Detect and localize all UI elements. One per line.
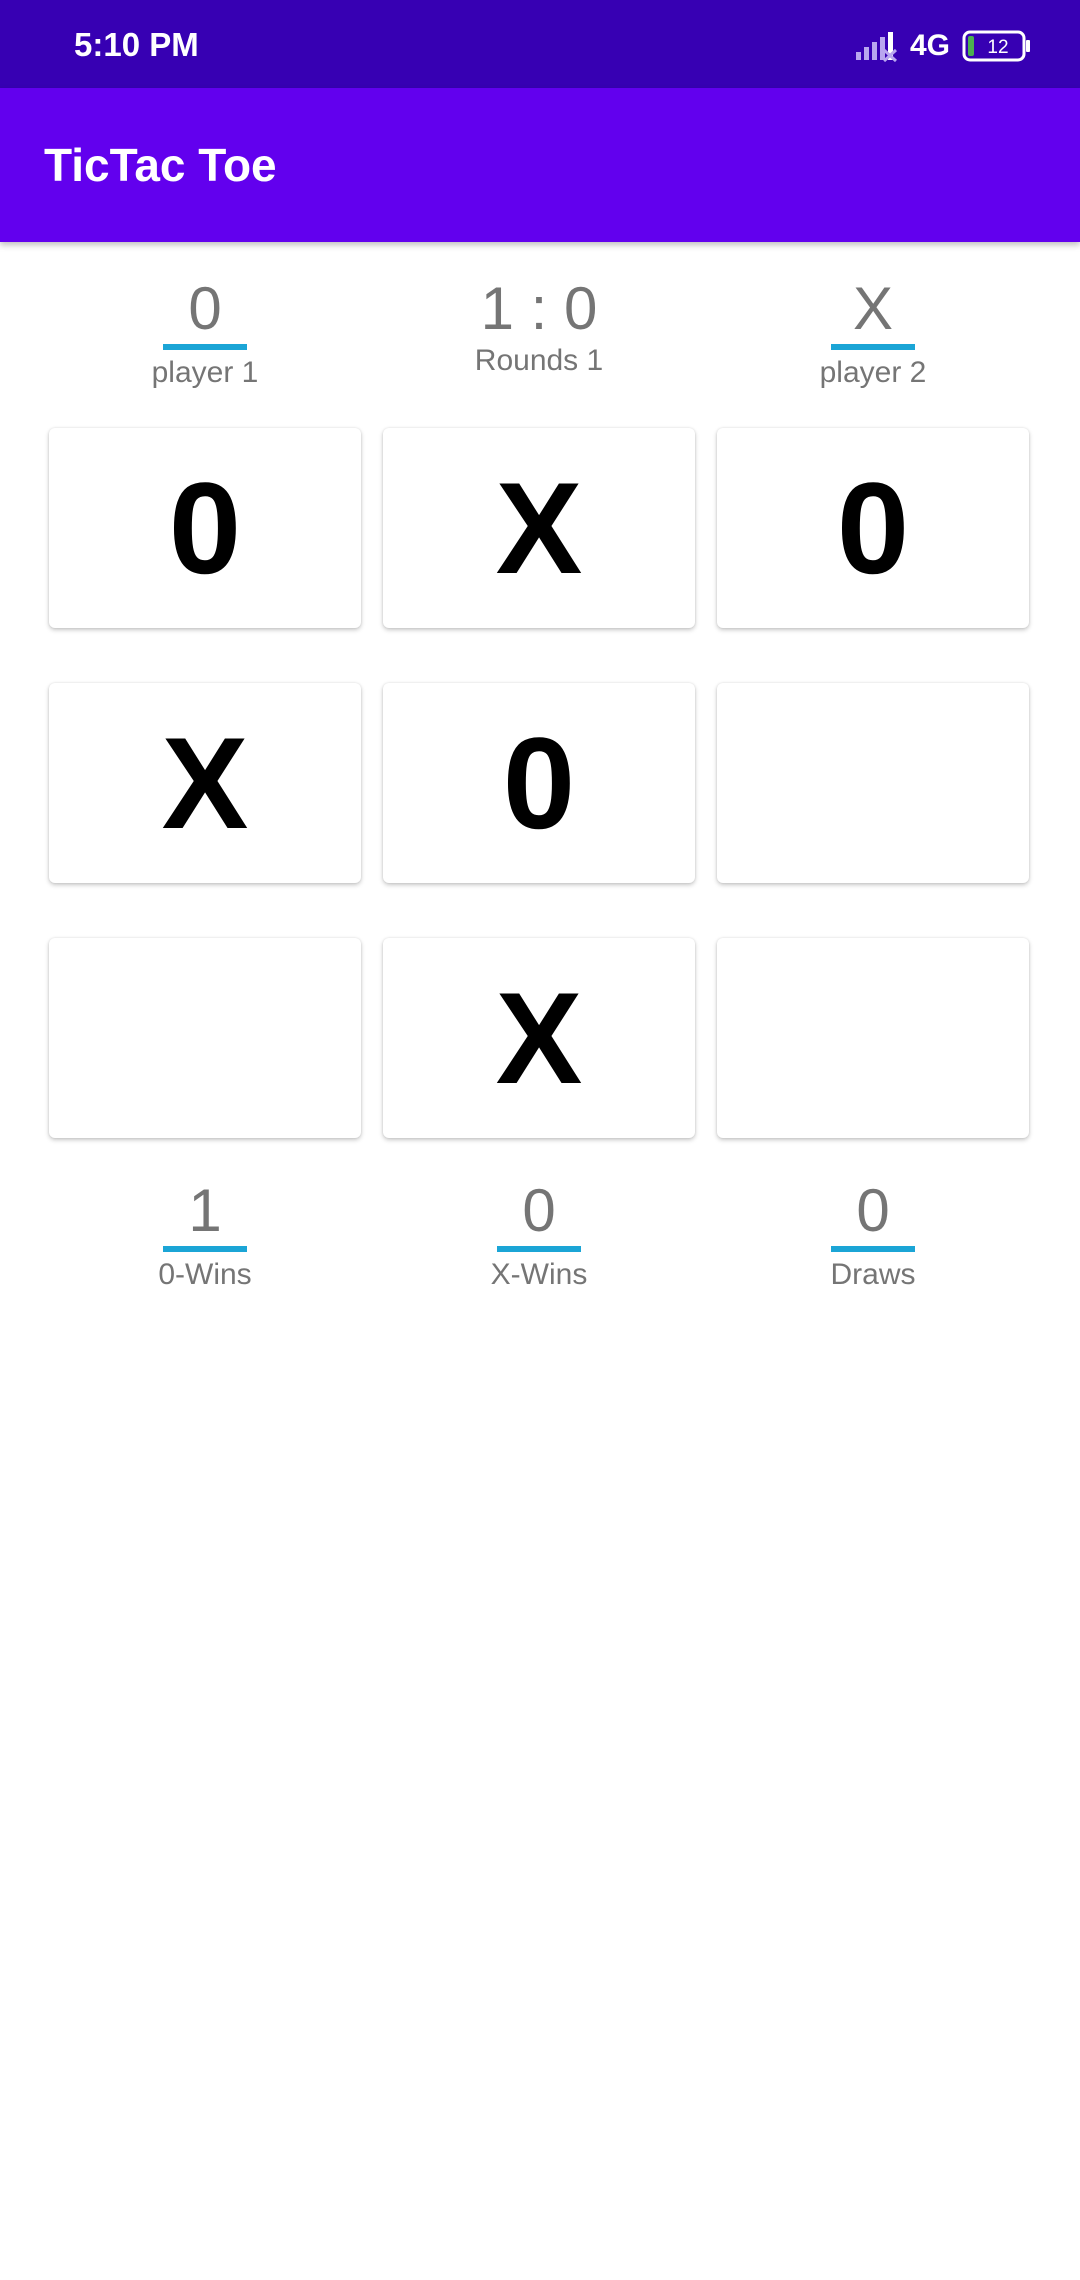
x-wins-count: 0 (522, 1177, 556, 1244)
battery-level: 12 (987, 37, 1008, 58)
player2-symbol: X (852, 275, 894, 342)
board-cell-1[interactable]: 0 (49, 428, 361, 628)
app-title: TicTac Toe (44, 139, 277, 191)
draws-count: 0 (856, 1177, 890, 1244)
score-value: 1 : 0 (480, 275, 598, 342)
player2-indicator: X player 2 (717, 276, 1029, 392)
board-cell-2[interactable]: X (383, 428, 695, 628)
player1-symbol: 0 (188, 275, 222, 342)
board-cell-6[interactable] (717, 683, 1029, 883)
player2-underline (831, 344, 915, 350)
o-wins-label: 0-Wins (158, 1258, 252, 1291)
draws-underline (831, 1246, 915, 1252)
status-time: 5:10 PM (74, 26, 199, 63)
o-wins-underline (163, 1246, 247, 1252)
player2-label: player 2 (819, 356, 927, 389)
status-icons: 4G 12 (854, 24, 1032, 68)
o-wins-count: 1 (188, 1177, 222, 1244)
x-wins-stat: 0 X-Wins (383, 1178, 695, 1294)
board-cell-4[interactable]: X (49, 683, 361, 883)
board-cell-7[interactable] (49, 938, 361, 1138)
player1-label: player 1 (151, 356, 259, 389)
player1-underline (163, 344, 247, 350)
signal-icon (855, 32, 897, 62)
o-wins-stat: 1 0-Wins (49, 1178, 361, 1294)
player1-indicator: 0 player 1 (49, 276, 361, 392)
app-bar: TicTac Toe (0, 88, 1080, 242)
board-cell-9[interactable] (717, 938, 1029, 1138)
status-bar: 5:10 PM 4G 12 (0, 0, 1080, 88)
board-cell-3[interactable]: 0 (717, 428, 1029, 628)
x-wins-underline (497, 1246, 581, 1252)
x-wins-label: X-Wins (490, 1258, 588, 1291)
board-cell-8[interactable]: X (383, 938, 695, 1138)
draws-stat: 0 Draws (717, 1178, 1029, 1294)
network-type: 4G (909, 29, 950, 62)
battery-icon: 12 (962, 30, 1030, 62)
round-score: 1 : 0 Rounds 1 (383, 276, 695, 380)
draws-label: Draws (830, 1258, 916, 1291)
board-cell-5[interactable]: 0 (383, 683, 695, 883)
rounds-label: Rounds 1 (474, 344, 604, 377)
